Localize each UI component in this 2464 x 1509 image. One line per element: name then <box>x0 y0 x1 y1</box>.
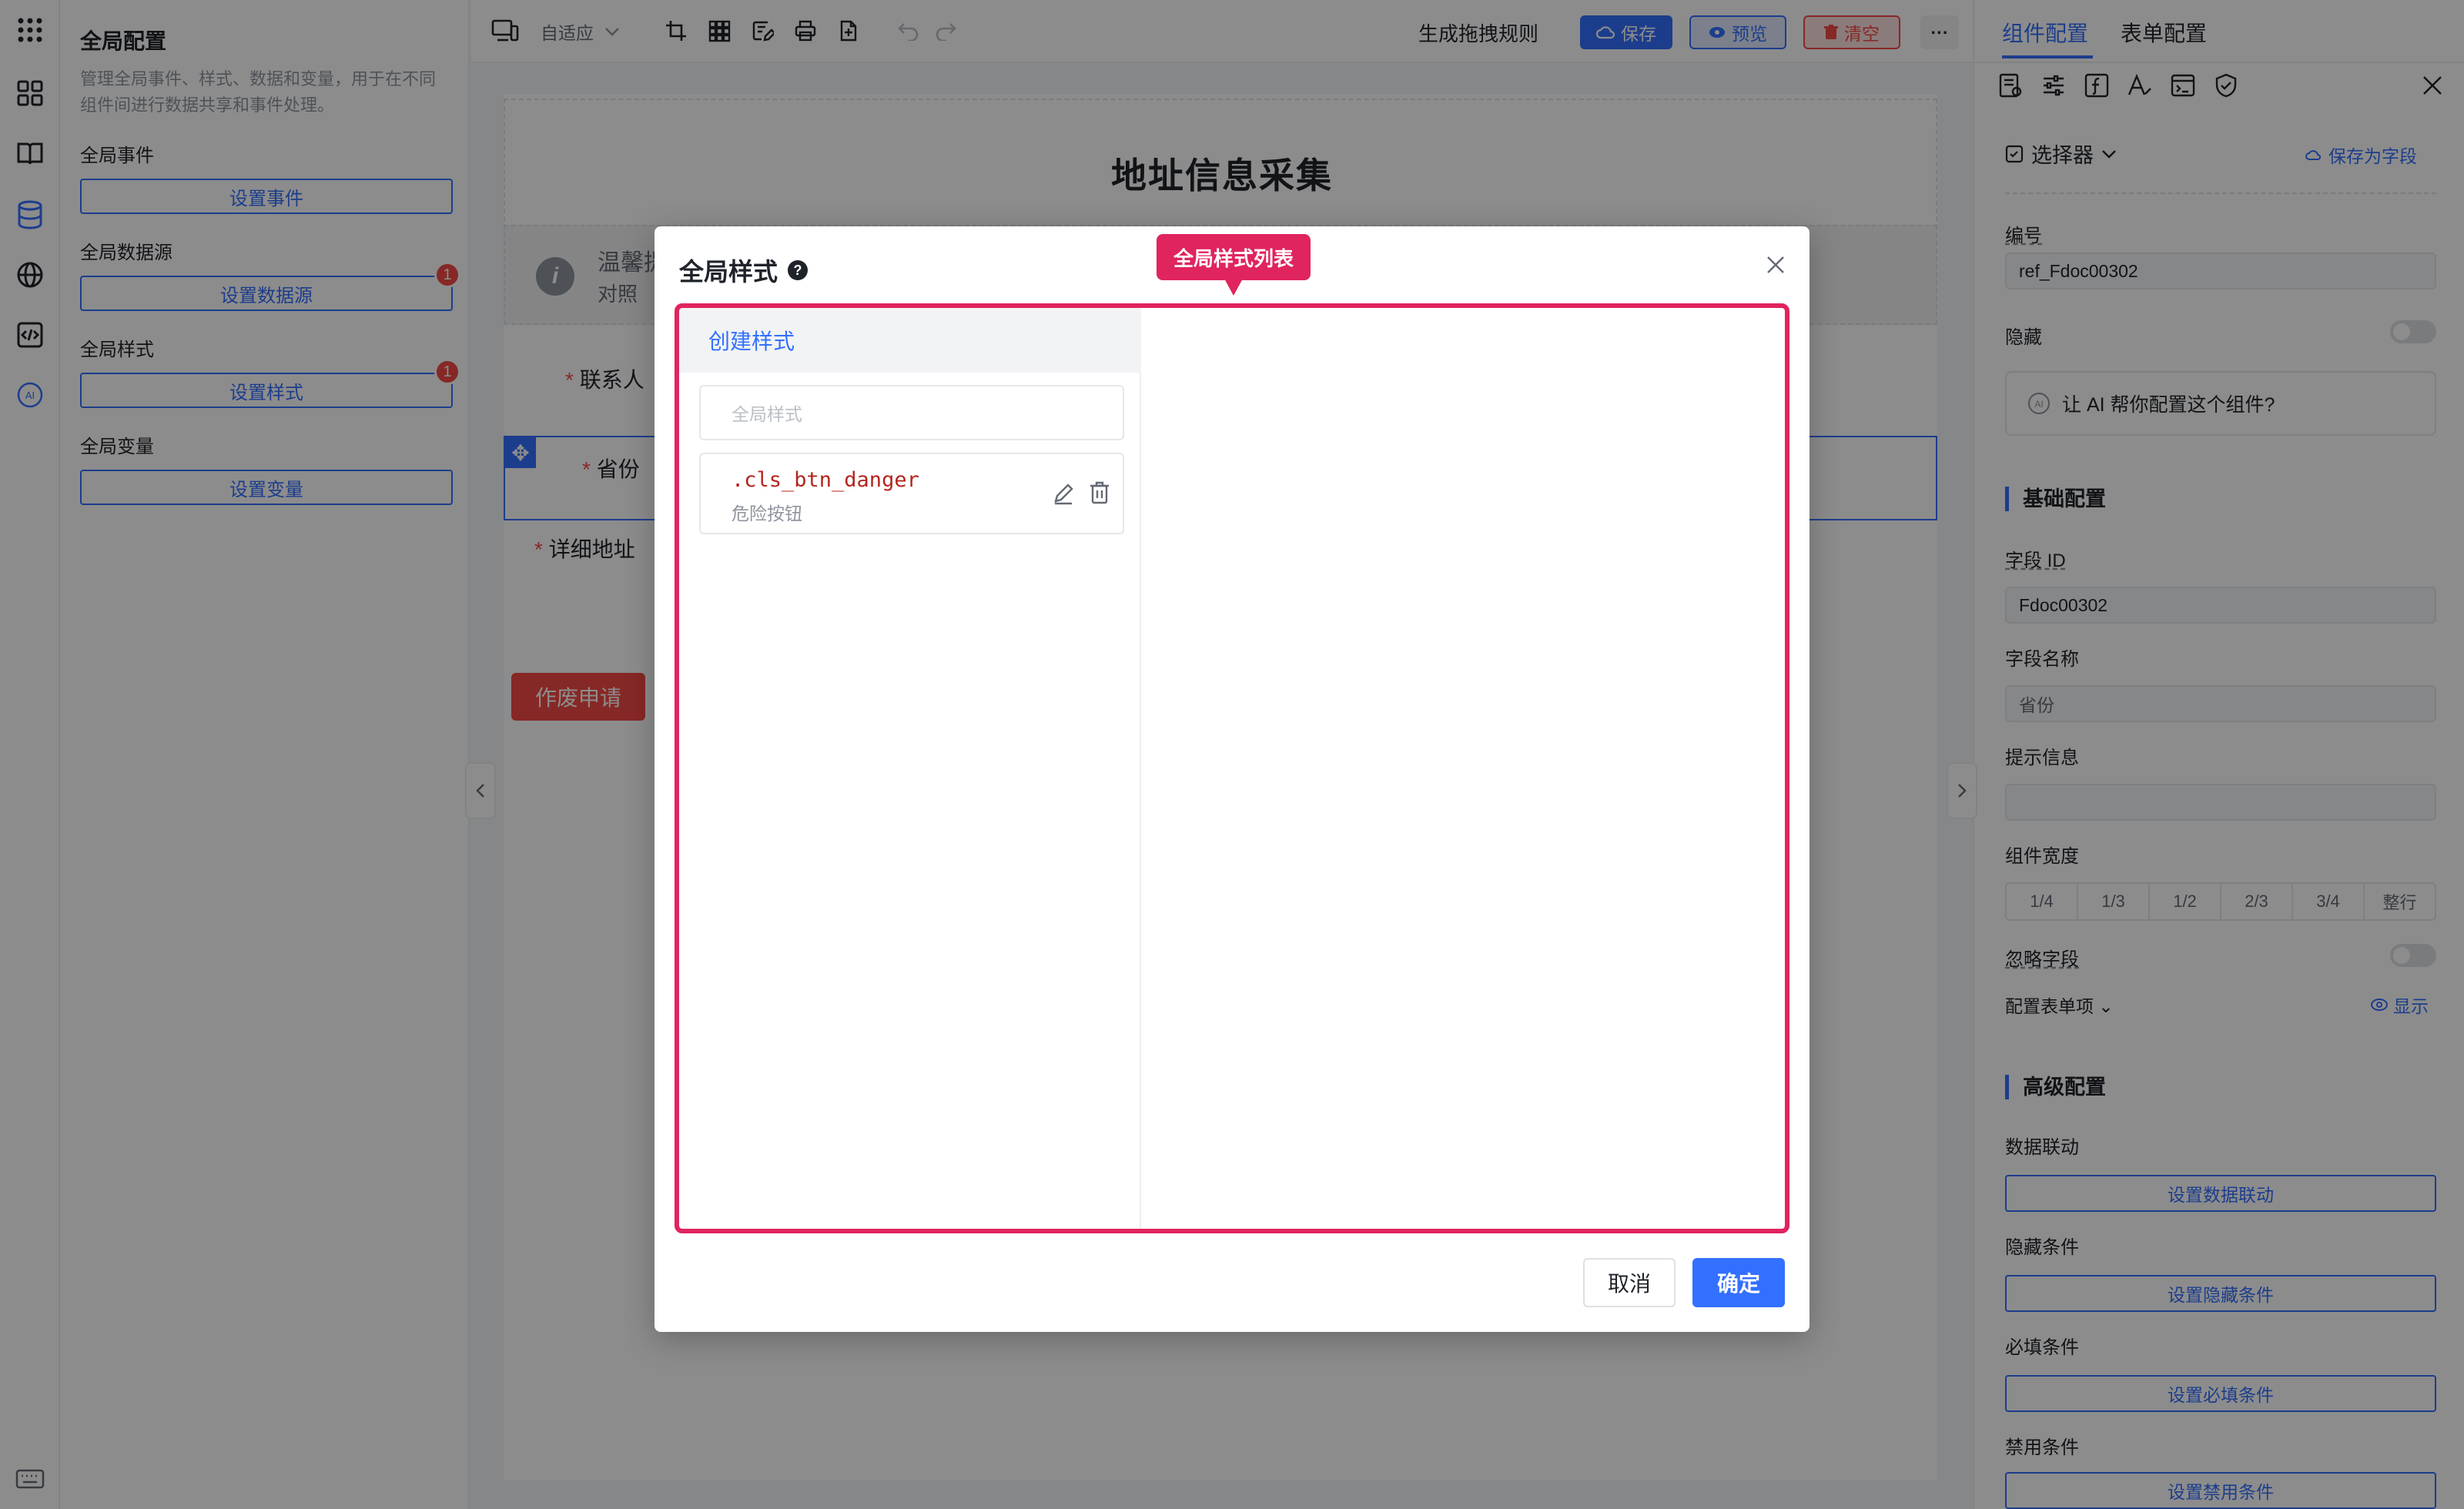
modal-title-text: 全局样式 <box>679 258 778 286</box>
modal-close-icon[interactable] <box>1760 249 1791 280</box>
modal-title: 全局样式 ? <box>679 253 808 288</box>
style-list-highlight <box>675 303 1789 1233</box>
help-icon[interactable]: ? <box>787 259 808 281</box>
style-list-tooltip: 全局样式列表 <box>1157 234 1311 296</box>
svg-text:?: ? <box>794 263 802 278</box>
confirm-button[interactable]: 确定 <box>1692 1258 1785 1307</box>
cancel-button[interactable]: 取消 <box>1583 1258 1676 1307</box>
global-styles-modal: 全局样式 ? 创建样式 全局样式 .cls_btn_danger 危险按钮 全局… <box>654 226 1810 1332</box>
